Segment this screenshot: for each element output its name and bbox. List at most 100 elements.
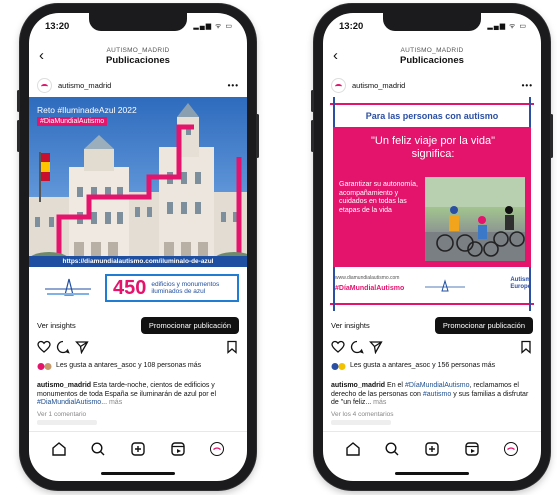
image-site-url: www.diamundialautismo.com <box>335 275 400 281</box>
more-options-icon[interactable]: ••• <box>522 81 533 90</box>
image-footer: www.diamundialautismo.com #DíaMundialAut… <box>333 271 531 301</box>
organization-logo-icon <box>425 279 465 292</box>
reels-icon[interactable] <box>464 441 480 457</box>
page-title: Publicaciones <box>400 55 464 66</box>
likes-row: Les gusta a antares_asoc y 108 personas … <box>37 362 239 371</box>
search-icon[interactable] <box>90 441 106 457</box>
home-indicator <box>395 472 469 475</box>
more-options-icon[interactable]: ••• <box>228 81 239 90</box>
view-comments-link[interactable]: Ver los 4 comentarios <box>331 411 394 418</box>
monuments-count: 450 <box>113 276 147 299</box>
likes-row: Les gusta a antares_asoc y 156 personas … <box>331 362 533 371</box>
likes-text[interactable]: Les gusta a antares_asoc y 108 personas … <box>56 362 201 371</box>
view-insights-link[interactable]: Ver insights <box>331 321 370 330</box>
quote-line-1: "Un feliz viaje por la vida" <box>371 135 495 147</box>
cyclists-illustration <box>425 177 525 261</box>
caption-hashtag[interactable]: #DiaMundialAutismo... <box>37 399 107 406</box>
notch <box>89 13 187 31</box>
family-cycling-photo <box>425 177 525 261</box>
monuments-count-box: 450 edificios y monumentos iluminados de… <box>105 274 239 302</box>
liker-avatars-icon <box>37 363 52 370</box>
count-label-line-2: iluminados de azul <box>151 288 206 295</box>
reels-icon[interactable] <box>170 441 186 457</box>
post-banner-text: Reto #IluminadeAzul 2022 <box>37 105 137 115</box>
screen: 13:20 ▂▄▆ ᯤ ▭ ‹ AUTISMO_MADRID Publicaci… <box>29 13 247 481</box>
post-username[interactable]: autismo_madrid <box>352 81 405 90</box>
home-indicator <box>101 472 175 475</box>
heart-icon[interactable] <box>331 340 345 354</box>
promote-post-button[interactable]: Promocionar publicación <box>140 316 239 334</box>
phone-left: 13:20 ▂▄▆ ᯤ ▭ ‹ AUTISMO_MADRID Publicaci… <box>17 4 259 490</box>
autism-europe-logo: Autism Europe <box>510 277 531 291</box>
page-title: Publicaciones <box>106 55 170 66</box>
action-bar <box>331 340 533 356</box>
home-icon[interactable] <box>345 441 361 457</box>
back-arrow-icon[interactable]: ‹ <box>39 47 44 64</box>
image-hashtag: #DíaMundialAutismo <box>335 285 405 292</box>
view-comments-link[interactable]: Ver 1 comentario <box>37 411 86 418</box>
post-image[interactable]: Para las personas con autismo "Un feliz … <box>323 97 541 311</box>
logo-line-1: Autism <box>510 277 531 283</box>
comment-icon[interactable] <box>350 340 364 354</box>
action-bar <box>37 340 239 356</box>
caption-more-link[interactable]: más <box>107 399 122 406</box>
image-body-text: Garantizar su autonomía, acompañamiento … <box>339 181 418 214</box>
account-name: AUTISMO_MADRID <box>400 47 464 54</box>
share-icon[interactable] <box>75 340 89 354</box>
image-title: Para las personas con autismo <box>365 111 499 121</box>
comment-icon[interactable] <box>56 340 70 354</box>
avatar[interactable] <box>37 77 52 93</box>
organization-logo-icon <box>45 278 91 296</box>
status-time: 13:20 <box>45 20 70 32</box>
post-username[interactable]: autismo_madrid <box>58 81 111 90</box>
timestamp-placeholder <box>331 420 391 425</box>
heart-icon[interactable] <box>37 340 51 354</box>
create-post-icon[interactable] <box>424 441 440 457</box>
bottom-tab-bar <box>29 431 247 465</box>
promote-post-button[interactable]: Promocionar publicación <box>434 316 533 334</box>
caption-hashtag-2[interactable]: #autismo <box>423 391 451 398</box>
avatar[interactable] <box>331 77 346 93</box>
logo-line-2: Europe <box>510 284 531 290</box>
insights-row: Ver insights Promocionar publicación <box>331 316 533 334</box>
search-icon[interactable] <box>384 441 400 457</box>
profile-avatar-icon[interactable] <box>503 441 519 457</box>
likes-text[interactable]: Les gusta a antares_asoc y 156 personas … <box>350 362 495 371</box>
status-icons: ▂▄▆ ᯤ ▭ <box>193 22 233 30</box>
post-header: autismo_madrid ••• <box>331 77 533 93</box>
status-icons: ▂▄▆ ᯤ ▭ <box>487 22 527 30</box>
post-hashtag-label: #DiaMundialAutismo <box>37 117 108 126</box>
post-caption: autismo_madrid En el #DíaMundialAutismo,… <box>331 382 533 408</box>
status-time: 13:20 <box>339 20 364 32</box>
bookmark-icon[interactable] <box>225 340 239 354</box>
caption-more-link[interactable]: más <box>371 399 386 406</box>
share-icon[interactable] <box>369 340 383 354</box>
post-caption: autismo_madrid Esta tarde-noche, cientos… <box>37 382 239 408</box>
post-url-strip: https://diamundialautismo.com/iluminalo-… <box>29 256 247 267</box>
caption-hashtag-1[interactable]: #DíaMundialAutismo <box>405 382 470 389</box>
caption-username[interactable]: autismo_madrid <box>331 382 385 389</box>
view-insights-link[interactable]: Ver insights <box>37 321 76 330</box>
create-post-icon[interactable] <box>130 441 146 457</box>
insights-row: Ver insights Promocionar publicación <box>37 316 239 334</box>
screen: 13:20 ▂▄▆ ᯤ ▭ ‹ AUTISMO_MADRID Publicaci… <box>323 13 541 481</box>
account-name: AUTISMO_MADRID <box>106 47 170 54</box>
caption-text-1: En el <box>385 382 405 389</box>
top-nav: ‹ AUTISMO_MADRID Publicaciones <box>29 43 247 71</box>
post-image[interactable]: Reto #IluminadeAzul 2022 #DiaMundialAuti… <box>29 97 247 311</box>
quote-line-2: significa: <box>411 148 455 160</box>
pink-panel: "Un feliz viaje por la vida" significa: … <box>333 127 531 267</box>
notch <box>383 13 481 31</box>
bookmark-icon[interactable] <box>519 340 533 354</box>
phone-right: 13:20 ▂▄▆ ᯤ ▭ ‹ AUTISMO_MADRID Publicaci… <box>311 4 553 490</box>
liker-avatars-icon <box>331 363 346 370</box>
caption-username[interactable]: autismo_madrid <box>37 382 91 389</box>
post-header: autismo_madrid ••• <box>37 77 239 93</box>
bottom-tab-bar <box>323 431 541 465</box>
image-quote: "Un feliz viaje por la vida" significa: <box>339 135 527 161</box>
post-image-footer: 450 edificios y monumentos iluminados de… <box>29 267 247 311</box>
back-arrow-icon[interactable]: ‹ <box>333 47 338 64</box>
profile-avatar-icon[interactable] <box>209 441 225 457</box>
home-icon[interactable] <box>51 441 67 457</box>
timestamp-placeholder <box>37 420 97 425</box>
